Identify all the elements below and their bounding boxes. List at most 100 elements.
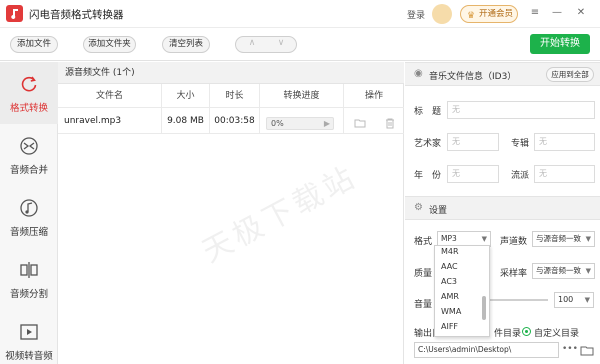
file-list-header: 源音频文件 (1个) bbox=[58, 62, 404, 84]
trash-icon[interactable] bbox=[384, 117, 396, 129]
crown-icon: ♛ bbox=[467, 11, 476, 21]
refresh-icon bbox=[21, 76, 37, 92]
volume-value: 100 bbox=[558, 295, 574, 304]
column-size[interactable]: 大小 bbox=[162, 84, 210, 108]
move-up-icon[interactable]: ∧ bbox=[238, 38, 266, 48]
minimize-icon[interactable]: — bbox=[550, 6, 564, 20]
file-list-columns: 文件名 大小 时长 转换进度 操作 bbox=[58, 84, 404, 108]
note-icon bbox=[20, 199, 38, 217]
sidebar-item-label: 格式转换 bbox=[9, 103, 48, 114]
sidebar: 格式转换 音频合并 音频压缩 音频分割 视频转音频 bbox=[0, 62, 58, 364]
start-convert-button[interactable]: 开始转换 bbox=[530, 34, 590, 54]
channel-label: 声道数 bbox=[500, 237, 528, 247]
sidebar-item-audio-merge[interactable]: 音频合并 bbox=[0, 124, 58, 186]
app-title: 闪电音频格式转换器 bbox=[29, 9, 124, 21]
menu-icon[interactable]: ≡ bbox=[528, 6, 542, 20]
play-icon[interactable]: ▶ bbox=[324, 118, 330, 129]
format-label: 格式 bbox=[414, 237, 433, 247]
album-field[interactable]: 无 bbox=[534, 133, 595, 151]
format-dropdown: M4R AAC AC3 AMR WMA AIFF bbox=[434, 245, 490, 337]
volume-input[interactable]: 100 ▼ bbox=[554, 292, 594, 308]
genre-label: 流派 bbox=[511, 171, 530, 181]
column-progress[interactable]: 转换进度 bbox=[260, 84, 344, 108]
watermark: 天极下载站 bbox=[196, 159, 364, 270]
sidebar-item-audio-split[interactable]: 音频分割 bbox=[0, 248, 58, 310]
title-field[interactable]: 无 bbox=[447, 101, 595, 119]
apply-all-button[interactable]: 应用到全部 bbox=[546, 67, 594, 82]
table-row[interactable]: unravel.mp3 9.08 MB 00:03:58 bbox=[58, 108, 404, 134]
volume-slider[interactable] bbox=[490, 299, 548, 301]
volume-label: 音量 bbox=[414, 300, 433, 310]
split-icon bbox=[20, 262, 38, 278]
sidebar-item-format-convert[interactable]: 格式转换 bbox=[0, 62, 58, 124]
gear-icon: ⚙ bbox=[414, 202, 423, 213]
close-icon[interactable]: ✕ bbox=[574, 6, 588, 20]
settings-title: 设置 bbox=[429, 206, 448, 216]
sidebar-item-video-to-audio[interactable]: 视频转音频 bbox=[0, 310, 58, 364]
toolbar: 添加文件 添加文件夹 清空列表 ∧ ∨ 开始转换 bbox=[0, 28, 600, 61]
app-logo bbox=[6, 5, 23, 22]
sidebar-item-label: 音频分割 bbox=[9, 289, 48, 300]
column-filename[interactable]: 文件名 bbox=[58, 84, 162, 108]
settings-header: ⚙ 设置 bbox=[405, 196, 600, 220]
chevron-down-icon: ▼ bbox=[585, 267, 591, 275]
move-buttons: ∧ ∨ bbox=[235, 36, 297, 53]
channel-value: 与源音频一致 bbox=[536, 234, 581, 243]
progress-text: 0% bbox=[271, 119, 284, 128]
source-dir-label[interactable]: 件目录 bbox=[494, 326, 521, 339]
sidebar-item-audio-compress[interactable]: 音频压缩 bbox=[0, 186, 58, 248]
sidebar-item-label: 视频转音频 bbox=[5, 351, 53, 362]
format-option-ac3[interactable]: AC3 bbox=[441, 277, 481, 286]
folder-icon[interactable] bbox=[580, 342, 594, 358]
quality-label: 质量 bbox=[414, 269, 433, 279]
move-down-icon[interactable]: ∨ bbox=[267, 38, 295, 48]
add-folder-button[interactable]: 添加文件夹 bbox=[83, 36, 136, 53]
format-option-wma[interactable]: WMA bbox=[441, 307, 481, 316]
folder-icon[interactable] bbox=[354, 117, 366, 129]
avatar[interactable] bbox=[432, 4, 452, 24]
genre-field[interactable]: 无 bbox=[534, 165, 595, 183]
format-option-m4r[interactable]: M4R bbox=[441, 247, 481, 256]
info-header: ◉ 音乐文件信息（ID3） 应用到全部 bbox=[405, 62, 600, 86]
file-name: unravel.mp3 bbox=[58, 108, 162, 134]
custom-dir-label[interactable]: 自定义目录 bbox=[534, 326, 579, 339]
format-option-aac[interactable]: AAC bbox=[441, 262, 481, 271]
channel-select[interactable]: 与源音频一致 ▼ bbox=[532, 231, 595, 247]
chevron-down-icon: ▼ bbox=[585, 235, 591, 243]
dropdown-scrollbar[interactable] bbox=[482, 296, 486, 320]
sidebar-item-label: 音频合并 bbox=[9, 165, 48, 176]
output-path-field[interactable]: C:\Users\admin\Desktop\ bbox=[414, 342, 559, 358]
custom-dir-radio[interactable] bbox=[522, 327, 531, 336]
file-list: 源音频文件 (1个) 文件名 大小 时长 转换进度 操作 unravel.mp3… bbox=[58, 62, 404, 364]
album-label: 专辑 bbox=[511, 139, 530, 149]
chevron-down-icon: ▼ bbox=[584, 296, 590, 304]
video-icon bbox=[20, 324, 38, 340]
clear-list-button[interactable]: 清空列表 bbox=[162, 36, 210, 53]
sidebar-item-label: 音频压缩 bbox=[9, 227, 48, 238]
more-button[interactable]: ••• bbox=[562, 342, 578, 358]
year-field[interactable]: 无 bbox=[447, 165, 499, 183]
login-link[interactable]: 登录 bbox=[407, 8, 425, 21]
vip-label: 开通会员 bbox=[479, 9, 514, 19]
sample-rate-select[interactable]: 与源音频一致 ▼ bbox=[532, 263, 595, 279]
progress-bar: 0% ▶ bbox=[266, 117, 334, 130]
artist-label: 艺术家 bbox=[414, 139, 442, 149]
sample-rate-label: 采样率 bbox=[500, 269, 528, 279]
column-duration[interactable]: 时长 bbox=[210, 84, 260, 108]
title-bar: 闪电音频格式转换器 登录 ♛ 开通会员 ≡ — ✕ bbox=[0, 0, 600, 28]
music-info-icon: ◉ bbox=[414, 68, 423, 79]
column-actions[interactable]: 操作 bbox=[344, 84, 404, 108]
chevron-down-icon: ▼ bbox=[481, 235, 487, 243]
format-option-aiff[interactable]: AIFF bbox=[441, 322, 481, 331]
year-label: 年 份 bbox=[414, 171, 442, 181]
info-title: 音乐文件信息（ID3） bbox=[429, 72, 517, 82]
vip-button[interactable]: ♛ 开通会员 bbox=[460, 5, 518, 23]
merge-icon bbox=[20, 137, 38, 155]
format-option-amr[interactable]: AMR bbox=[441, 292, 481, 301]
file-size: 9.08 MB bbox=[162, 108, 210, 134]
artist-field[interactable]: 无 bbox=[447, 133, 499, 151]
file-duration: 00:03:58 bbox=[210, 108, 260, 134]
add-file-button[interactable]: 添加文件 bbox=[10, 36, 58, 53]
format-value: MP3 bbox=[441, 234, 457, 243]
title-label: 标 题 bbox=[414, 107, 442, 117]
